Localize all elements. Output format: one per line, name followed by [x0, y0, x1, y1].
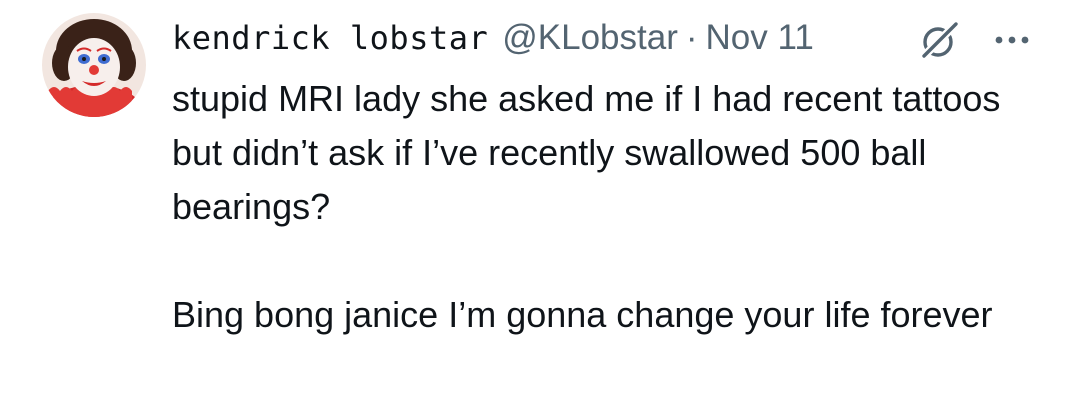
clown-avatar-icon — [42, 13, 146, 117]
avatar[interactable] — [42, 13, 146, 117]
display-name[interactable]: kendrick lobstar — [172, 19, 488, 57]
tweet-date[interactable]: Nov 11 — [706, 18, 814, 58]
more-icon — [995, 36, 1029, 44]
user-handle[interactable]: @KLobstar — [502, 18, 678, 58]
grok-button[interactable] — [918, 18, 962, 62]
more-options-button[interactable] — [990, 22, 1034, 58]
separator-dot: · — [685, 18, 698, 57]
grok-icon — [920, 22, 958, 60]
tweet-text: stupid MRI lady she asked me if I had re… — [172, 78, 1001, 335]
tweet[interactable]: kendrick lobstar @KLobstar · Nov 11 stup… — [0, 0, 1080, 406]
tweet-header: kendrick lobstar @KLobstar · Nov 11 — [172, 12, 814, 64]
